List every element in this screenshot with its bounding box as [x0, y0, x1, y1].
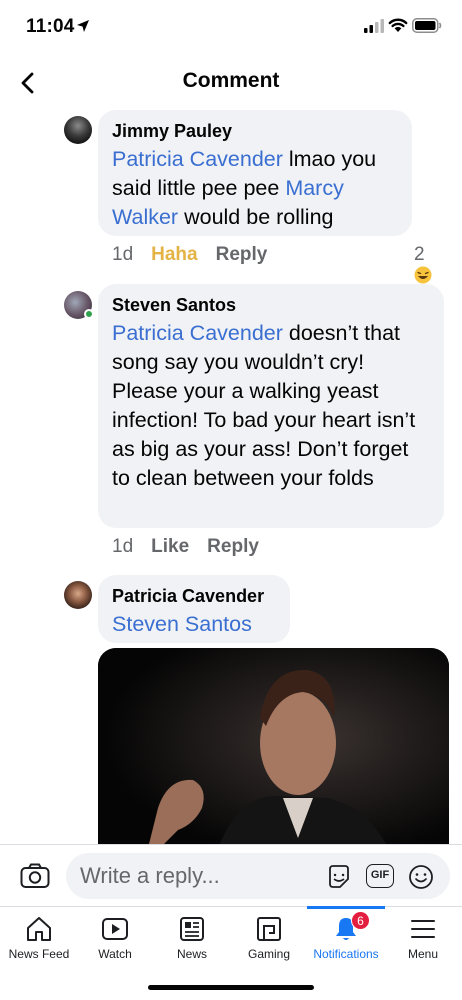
emoji-icon[interactable]: [408, 864, 434, 890]
reply-button[interactable]: Reply: [216, 244, 268, 265]
sticker-icon[interactable]: [326, 864, 352, 890]
header: Comment: [0, 56, 462, 110]
comment-bubble[interactable]: Steven Santos Patricia Cavender doesn’t …: [98, 284, 444, 528]
tab-label: Watch: [98, 947, 132, 961]
comment-actions: 1d Haha Reply: [112, 244, 285, 266]
gif-button[interactable]: GIF: [366, 864, 394, 888]
signal-icon: [364, 19, 384, 33]
status-time: 11:04: [26, 16, 75, 37]
comment-time[interactable]: 1d: [112, 536, 133, 557]
tab-gaming[interactable]: Gaming: [230, 907, 308, 967]
reaction-summary[interactable]: 2: [414, 244, 432, 288]
battery-icon: [412, 18, 442, 33]
tab-label: News: [176, 947, 207, 961]
status-bar: 11:04: [0, 0, 462, 56]
comment-text: Patricia Cavender doesn’t that song say …: [112, 321, 416, 490]
like-button[interactable]: Like: [151, 536, 189, 557]
online-indicator: [84, 309, 94, 319]
reaction-count: 2: [414, 244, 425, 265]
notification-badge: 6: [351, 911, 370, 930]
mention-link[interactable]: Patricia Cavender: [112, 147, 283, 171]
page-title: Comment: [182, 69, 280, 92]
haha-reaction-button[interactable]: Haha: [151, 244, 197, 265]
active-tab-indicator: [307, 906, 385, 909]
mention-link[interactable]: Steven Santos: [112, 612, 252, 636]
tab-news[interactable]: News: [153, 907, 231, 967]
wifi-icon: [388, 18, 408, 32]
tab-label: News Feed: [8, 947, 70, 961]
comment-text: Steven Santos: [112, 610, 276, 639]
tab-label: Menu: [407, 947, 439, 961]
comment-bubble[interactable]: Jimmy Pauley Patricia Cavender lmao you …: [98, 110, 412, 236]
comment-text: Patricia Cavender lmao you said little p…: [112, 147, 377, 229]
tab-notifications[interactable]: 6 Notifications: [307, 906, 385, 967]
reply-placeholder: Write a reply...: [80, 863, 220, 888]
comment-author[interactable]: Jimmy Pauley: [112, 120, 398, 142]
home-indicator: [148, 985, 314, 990]
comment-actions: 1d Like Reply: [112, 536, 277, 558]
avatar[interactable]: [64, 116, 92, 144]
home-icon: [27, 917, 51, 941]
mention-link[interactable]: Patricia Cavender: [112, 321, 283, 345]
gif-label: GIF: [370, 869, 390, 881]
camera-icon[interactable]: [20, 863, 50, 889]
reply-input[interactable]: Write a reply... GIF: [66, 853, 450, 899]
comment-author[interactable]: Steven Santos: [112, 294, 430, 316]
tab-watch[interactable]: Watch: [76, 907, 154, 967]
haha-emoji-icon: [414, 266, 432, 284]
comment-bubble[interactable]: Patricia Cavender Steven Santos: [98, 575, 290, 643]
gif-frame-illustration: [98, 648, 449, 848]
comment-author[interactable]: Patricia Cavender: [112, 585, 276, 607]
tab-label: Gaming: [247, 947, 291, 961]
reply-button[interactable]: Reply: [207, 536, 259, 557]
tab-menu[interactable]: Menu: [384, 907, 462, 967]
gaming-icon: [257, 917, 281, 941]
menu-icon: [411, 920, 435, 938]
reply-bar: Write a reply... GIF: [0, 844, 462, 906]
comment-time[interactable]: 1d: [112, 244, 133, 265]
gif-image[interactable]: [98, 648, 449, 848]
newspaper-icon: [180, 917, 204, 941]
tab-label: Notifications: [313, 947, 379, 961]
avatar[interactable]: [64, 581, 92, 609]
location-arrow-icon: [77, 20, 89, 32]
tab-news-feed[interactable]: News Feed: [0, 907, 78, 967]
video-icon: [102, 918, 128, 940]
